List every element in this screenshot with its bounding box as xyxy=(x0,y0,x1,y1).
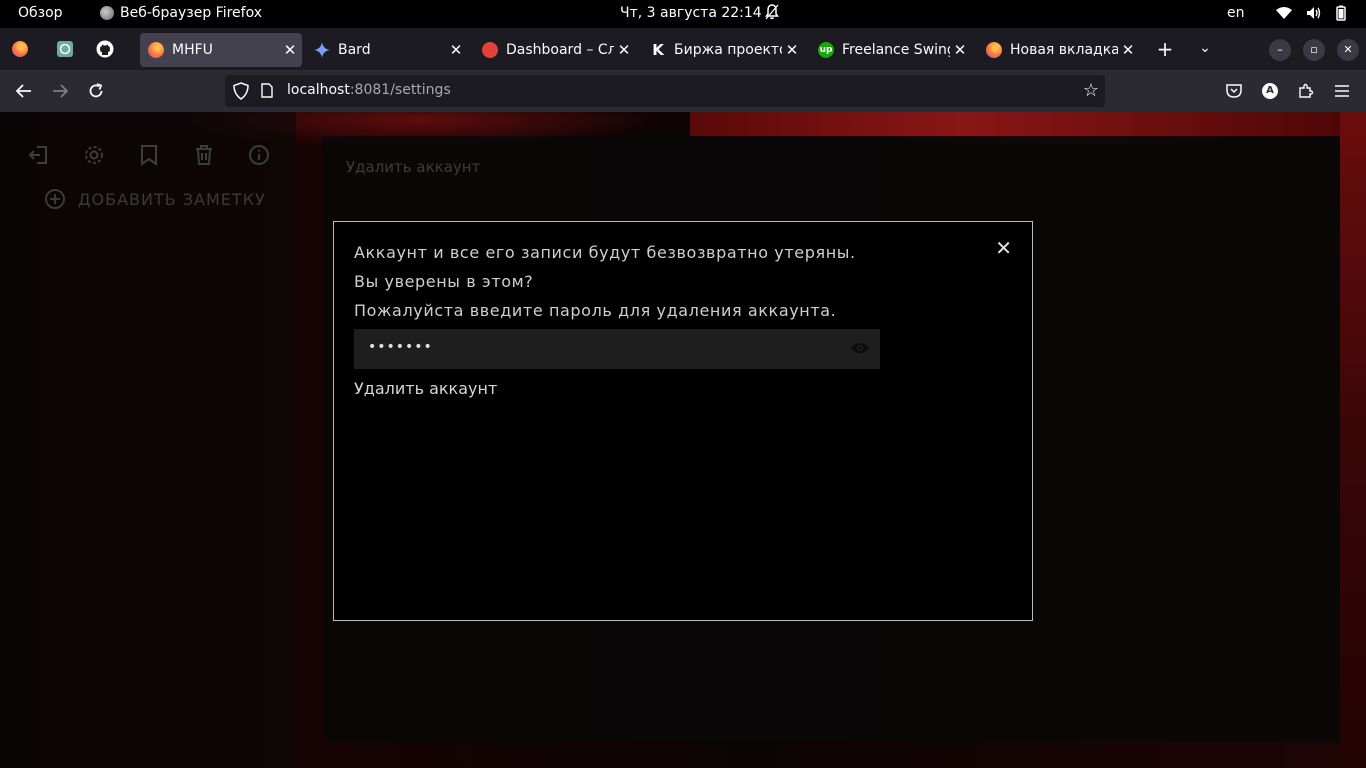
account-avatar-icon[interactable]: A xyxy=(1259,80,1281,102)
activities-button[interactable]: Обзор xyxy=(18,5,63,21)
tab-close-icon[interactable]: ✕ xyxy=(614,41,634,59)
firefox-tab-icon xyxy=(986,42,1002,58)
tab-freelance-swing[interactable]: up Freelance Swing ✕ xyxy=(810,33,972,67)
url-host: localhost xyxy=(287,82,350,98)
warning-text: Аккаунт и все его записи будут безвозвра… xyxy=(354,243,856,262)
tab-close-icon[interactable]: ✕ xyxy=(280,41,300,59)
plus-circle-icon xyxy=(45,189,65,209)
trash-icon[interactable] xyxy=(193,144,215,166)
close-icon[interactable]: ✕ xyxy=(995,238,1012,258)
tab-birzha[interactable]: K Биржа проектов ✕ xyxy=(642,33,804,67)
tab-label: Dashboard – Сло xyxy=(506,42,614,58)
notification-bell-icon[interactable] xyxy=(765,4,779,20)
tab-close-icon[interactable]: ✕ xyxy=(782,41,802,59)
maximize-window-icon[interactable]: ▫ xyxy=(1303,39,1325,61)
tab-new-tab[interactable]: Новая вкладка ✕ xyxy=(978,33,1140,67)
tab-close-icon[interactable]: ✕ xyxy=(950,41,970,59)
bard-sparkle-icon xyxy=(314,42,330,58)
keyboard-layout[interactable]: en xyxy=(1227,5,1245,21)
bookmark-star-icon[interactable]: ☆ xyxy=(1083,80,1099,101)
show-password-eye-icon[interactable] xyxy=(850,341,870,355)
tab-label: Freelance Swing xyxy=(842,42,950,58)
chatgpt-icon xyxy=(57,41,73,57)
tab-label: MHFU xyxy=(172,42,213,58)
system-status-area[interactable] xyxy=(1276,5,1346,21)
kwork-k-icon: K xyxy=(652,41,664,59)
url-text: localhost:8081/settings xyxy=(287,82,451,98)
tab-close-icon[interactable]: ✕ xyxy=(446,41,466,59)
hamburger-menu-icon[interactable] xyxy=(1331,80,1353,102)
app-menu[interactable]: Веб-браузер Firefox xyxy=(100,5,262,21)
tab-bard[interactable]: Bard ✕ xyxy=(306,33,468,67)
clock[interactable]: Чт, 3 августа 22:14 xyxy=(620,5,762,21)
delete-account-section-title[interactable]: Удалить аккаунт xyxy=(346,158,480,176)
info-icon[interactable] xyxy=(248,144,270,166)
tab-label: Биржа проектов xyxy=(674,42,782,58)
battery-icon xyxy=(1336,5,1346,21)
wifi-icon xyxy=(1276,7,1292,19)
url-path: :8081/settings xyxy=(349,82,451,98)
confirm-question: Вы уверены в этом? xyxy=(354,272,534,291)
password-field[interactable]: ••••••• xyxy=(354,329,880,369)
system-top-bar: Обзор Веб-браузер Firefox Чт, 3 августа … xyxy=(0,0,1366,28)
dashboard-site-icon xyxy=(482,42,498,58)
new-tab-plus-icon[interactable]: + xyxy=(1153,37,1177,61)
tab-label: Новая вкладка xyxy=(1010,42,1118,58)
add-note-button[interactable]: ДОБАВИТЬ ЗАМЕТКУ xyxy=(44,188,266,210)
background-foliage-right xyxy=(1340,112,1366,768)
github-icon xyxy=(96,40,114,58)
background-foliage xyxy=(690,112,1366,136)
forward-arrow-icon[interactable] xyxy=(49,80,71,102)
close-window-icon[interactable]: ✕ xyxy=(1337,39,1359,61)
logout-icon[interactable] xyxy=(28,144,50,166)
tab-close-icon[interactable]: ✕ xyxy=(1118,41,1138,59)
pocket-icon[interactable] xyxy=(1223,80,1245,102)
firefox-tab-icon xyxy=(148,42,164,58)
reload-icon[interactable] xyxy=(85,80,107,102)
firefox-app-icon xyxy=(100,6,114,20)
tab-bar: MHFU ✕ Bard ✕ Dashboard – Сло ✕ K Биржа … xyxy=(0,28,1366,70)
extensions-puzzle-icon[interactable] xyxy=(1295,80,1317,102)
gear-icon[interactable] xyxy=(83,144,105,166)
page-info-icon[interactable] xyxy=(261,83,273,98)
pinned-tab-chatgpt[interactable] xyxy=(53,37,77,61)
back-arrow-icon[interactable] xyxy=(13,80,35,102)
add-note-label: ДОБАВИТЬ ЗАМЕТКУ xyxy=(78,189,266,209)
url-bar[interactable]: localhost:8081/settings ☆ xyxy=(225,75,1105,107)
tab-mhfu[interactable]: MHFU ✕ xyxy=(140,33,302,67)
tab-label: Bard xyxy=(338,42,371,58)
list-all-tabs-chevron-icon[interactable]: ⌄ xyxy=(1193,40,1217,56)
tracking-protection-shield-icon[interactable] xyxy=(233,82,249,100)
firefox-view-button[interactable] xyxy=(8,37,32,61)
firefox-icon xyxy=(12,41,28,57)
tab-dashboard[interactable]: Dashboard – Сло ✕ xyxy=(474,33,636,67)
navigation-toolbar: localhost:8081/settings ☆ A xyxy=(0,70,1366,112)
notes-sidebar: ДОБАВИТЬ ЗАМЕТКУ xyxy=(0,112,296,768)
password-value: ••••••• xyxy=(368,339,433,355)
volume-icon xyxy=(1307,7,1321,19)
bookmark-icon[interactable] xyxy=(138,144,160,166)
password-prompt: Пожалуйста введите пароль для удаления а… xyxy=(354,301,837,320)
app-name: Веб-браузер Firefox xyxy=(120,5,263,21)
minimize-window-icon[interactable]: – xyxy=(1269,39,1291,61)
upwork-icon: up xyxy=(818,42,834,58)
delete-account-dialog: Аккаунт и все его записи будут безвозвра… xyxy=(333,221,1033,621)
pinned-tab-github[interactable] xyxy=(93,37,117,61)
delete-account-button[interactable]: Удалить аккаунт xyxy=(354,379,497,398)
